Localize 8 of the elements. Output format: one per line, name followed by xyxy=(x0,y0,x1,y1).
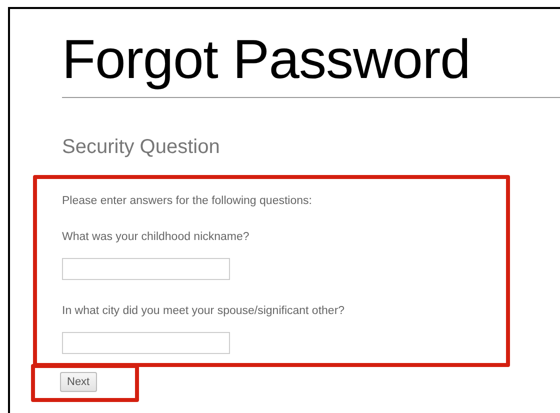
question-label: In what city did you meet your spouse/significant other? xyxy=(62,304,346,318)
answer-field[interactable] xyxy=(62,258,230,280)
instructions-text: Please enter answers for the following questions: xyxy=(62,194,313,208)
next-button[interactable]: Next xyxy=(60,372,97,392)
page-title: Forgot Password xyxy=(62,27,472,91)
answer-field[interactable] xyxy=(62,332,230,354)
section-title: Security Question xyxy=(62,135,221,159)
question-label: What was your childhood nickname? xyxy=(62,230,250,244)
